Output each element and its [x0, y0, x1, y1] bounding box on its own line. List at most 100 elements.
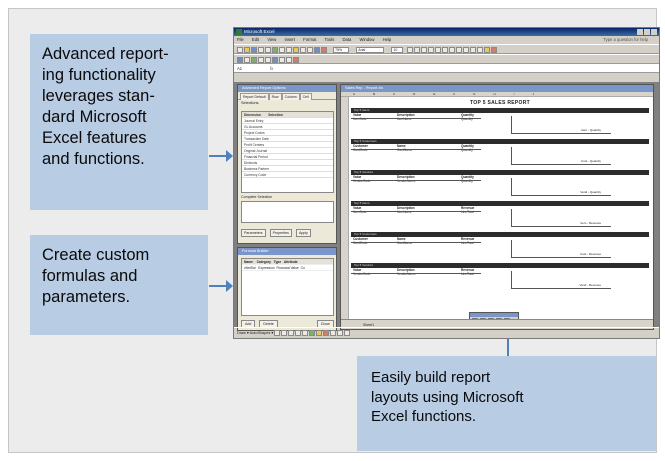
options-icon[interactable] — [251, 57, 257, 63]
font-color-draw-icon[interactable] — [330, 330, 337, 336]
shadow-icon[interactable] — [337, 330, 344, 336]
mini-chart: Item - Revenue — [511, 209, 611, 227]
textbox-icon[interactable] — [302, 330, 309, 336]
col-category: Category — [256, 260, 271, 264]
properties-button[interactable]: Properties — [269, 229, 292, 237]
formula-row[interactable]: vNetSal Expression Financial Value Cu — [242, 265, 333, 271]
callout-line: Excel functions. — [371, 408, 477, 425]
chart-icon[interactable] — [321, 47, 327, 53]
maximize-icon[interactable] — [644, 29, 650, 35]
font-color-icon[interactable] — [490, 47, 497, 53]
sheet-body[interactable]: TOP 5 SALES REPORT Top 5 Items Value Descr… — [351, 97, 649, 319]
zoom-select[interactable]: 75% — [333, 47, 350, 53]
font-size-select[interactable]: 10 — [391, 47, 404, 53]
undo-icon[interactable] — [300, 47, 306, 53]
complete-selection-label: Complete Selection — [241, 195, 273, 199]
copy-icon[interactable] — [286, 47, 292, 53]
percent-icon[interactable] — [462, 47, 469, 53]
align-left-icon[interactable] — [427, 47, 434, 53]
menu-view[interactable]: View — [267, 37, 276, 42]
formula-icon[interactable] — [258, 57, 264, 63]
font-select[interactable]: Arial — [356, 47, 385, 53]
open-icon[interactable] — [244, 47, 250, 53]
name-box[interactable]: A1 — [237, 66, 242, 71]
formula-list[interactable]: Name Category Type Attribute vNetSal Exp… — [241, 258, 334, 316]
help-icon[interactable] — [293, 57, 299, 63]
currency-icon[interactable] — [455, 47, 462, 53]
draw-menu[interactable]: Draw ▾ AutoShapes ▾ — [237, 331, 273, 335]
formula-bar[interactable]: A1 fx — [234, 64, 659, 73]
header-selection: Selection — [268, 113, 283, 117]
tab-row[interactable]: Row — [268, 93, 282, 100]
preview-icon[interactable] — [265, 47, 271, 53]
col-name: Name — [244, 260, 253, 264]
tab-report-default[interactable]: Report Default — [240, 93, 269, 100]
mini-chart: Cust - Revenue — [511, 240, 611, 258]
report-sheet-window: Sales Rep - Report.xls ABCDEFGHIJ TOP 5 … — [340, 84, 654, 330]
save-icon[interactable] — [251, 47, 257, 53]
line-icon[interactable] — [274, 330, 281, 336]
publish-icon[interactable] — [279, 57, 285, 63]
line-color-icon[interactable] — [323, 330, 330, 336]
report-section: Top 5 Customers Customer Name Revenue CardCo… — [351, 232, 649, 261]
drill-icon[interactable] — [272, 57, 278, 63]
menu-insert[interactable]: Insert — [285, 37, 295, 42]
oval-icon[interactable] — [295, 330, 302, 336]
tab-cell[interactable]: Cell — [299, 93, 312, 100]
arrow-tool-icon[interactable] — [281, 330, 288, 336]
menu-help[interactable]: Help — [383, 37, 392, 42]
menu-window[interactable]: Window — [360, 37, 375, 42]
new-icon[interactable] — [237, 47, 243, 53]
refresh-icon[interactable] — [244, 57, 250, 63]
align-center-icon[interactable] — [434, 47, 441, 53]
callout-reporting: Advanced report- ing functionality lever… — [30, 34, 208, 210]
parameter-icon[interactable] — [265, 57, 271, 63]
tab-column[interactable]: Column — [281, 93, 300, 100]
menu-edit[interactable]: Edit — [252, 37, 259, 42]
mini-chart-title: Item - Revenue — [580, 221, 601, 225]
clipart-icon[interactable] — [309, 330, 316, 336]
rectangle-icon[interactable] — [288, 330, 295, 336]
callout-line: and functions. — [42, 150, 145, 168]
menu-file[interactable]: File — [237, 37, 244, 42]
report-options-panel: Advanced Report Options Report Default Ro… — [237, 84, 337, 244]
autosum-icon[interactable] — [314, 47, 320, 53]
underline-icon[interactable] — [420, 47, 427, 53]
mini-chart-title: Cust - Revenue — [580, 252, 601, 256]
paste-icon[interactable] — [293, 47, 299, 53]
bold-icon[interactable] — [406, 47, 413, 53]
filter-icon[interactable] — [286, 57, 292, 63]
report-icon[interactable] — [237, 57, 243, 63]
redo-icon[interactable] — [307, 47, 313, 53]
grid-row[interactable]: Currency Code — [242, 172, 333, 178]
close-icon[interactable] — [651, 29, 657, 35]
minimize-icon[interactable] — [637, 29, 643, 35]
fill-icon[interactable] — [316, 330, 323, 336]
borders-icon[interactable] — [476, 47, 483, 53]
3d-icon[interactable] — [344, 330, 351, 336]
apply-button[interactable]: Apply — [295, 229, 311, 237]
parameters-button[interactable]: Parameters — [241, 229, 266, 237]
menu-tools[interactable]: Tools — [325, 37, 335, 42]
row-headers — [341, 97, 349, 319]
indent-icon[interactable] — [469, 47, 476, 53]
print-icon[interactable] — [258, 47, 264, 53]
callout-line: parameters. — [42, 288, 131, 306]
section-rule — [351, 242, 481, 243]
align-right-icon[interactable] — [441, 47, 448, 53]
fill-color-icon[interactable] — [483, 47, 490, 53]
selection-grid[interactable]: Dimension Selection Journal Entry GL Acc… — [241, 111, 334, 193]
callout-line: Advanced report- — [42, 45, 169, 63]
menu-format[interactable]: Format — [303, 37, 316, 42]
report-section: Top 5 Vendors Value Description Revenue Vend… — [351, 263, 649, 292]
complete-selection-field[interactable] — [241, 201, 334, 223]
formula-type: Financial Value — [276, 266, 299, 270]
merge-icon[interactable] — [448, 47, 455, 53]
spelling-icon[interactable] — [272, 47, 278, 53]
panel-buttons: Parameters Properties Apply — [241, 229, 334, 237]
menu-data[interactable]: Data — [342, 37, 351, 42]
sheet-title: Sales Rep - Report.xls — [341, 85, 653, 92]
ask-question-box[interactable]: Type a question for help — [603, 36, 648, 44]
cut-icon[interactable] — [279, 47, 285, 53]
italic-icon[interactable] — [413, 47, 420, 53]
